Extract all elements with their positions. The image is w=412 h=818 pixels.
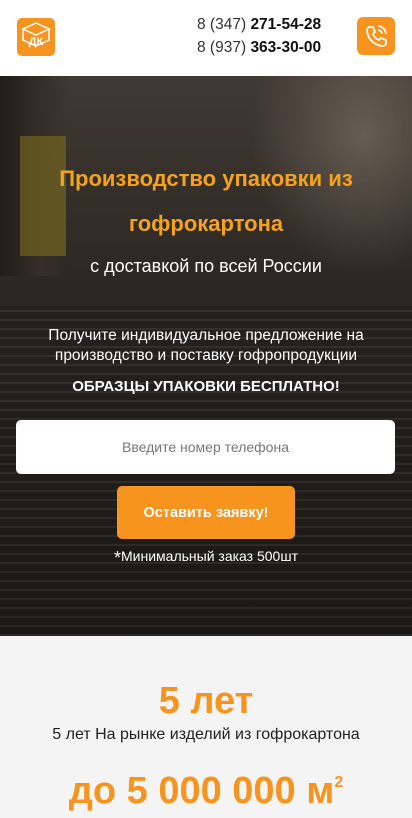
stat-volume-unit-sup: 2: [334, 774, 344, 791]
stat-years-description: 5 лет На рынке изделий из гофрокартона: [52, 726, 360, 743]
min-order-asterisk: *: [113, 548, 121, 568]
min-order-text: Минимальный заказ 500шт: [121, 548, 298, 564]
call-button[interactable]: [357, 17, 395, 55]
hero-subtitle: с доставкой по всей России: [90, 256, 322, 276]
phone-input[interactable]: [16, 420, 395, 474]
min-order-note: *Минимальный заказ 500шт: [16, 548, 396, 569]
stat-volume-number: до 5 000 000 м: [68, 770, 335, 812]
stat-volume-value: до 5 000 000 м2: [0, 770, 412, 813]
hero-title: Производство упаковки из гофрокартона: [59, 166, 353, 236]
phone-number: 363-30-00: [250, 39, 322, 56]
logo-text: ДК: [29, 36, 44, 48]
header-phones: 8 (347) 271-54-28 8 (937) 363-30-00: [197, 13, 321, 59]
phone-prefix: 8 (937): [197, 39, 247, 56]
site-header: ДК 8 (347) 271-54-28 8 (937) 363-30-00: [0, 0, 412, 76]
phone-line-2[interactable]: 8 (937) 363-30-00: [197, 36, 321, 59]
company-logo[interactable]: ДК: [17, 18, 55, 56]
submit-request-button[interactable]: Оставить заявку!: [117, 486, 295, 539]
phone-line-1[interactable]: 8 (347) 271-54-28: [197, 13, 321, 36]
stat-years-value: 5 лет: [158, 680, 254, 722]
phone-number: 271-54-28: [250, 16, 322, 33]
logo-box-icon: ДК: [21, 22, 51, 48]
hero-section: Производство упаковки из гофрокартона с …: [0, 76, 412, 636]
phone-icon: [366, 25, 387, 47]
stats-section: 5 лет 5 лет На рынке изделий из гофрокар…: [0, 636, 412, 818]
free-samples-text: ОБРАЗЦЫ УПАКОВКИ БЕСПЛАТНО!: [72, 378, 340, 395]
phone-prefix: 8 (347): [197, 16, 247, 33]
hero-offer-text: Получите индивидуальное предложение на п…: [48, 327, 364, 364]
